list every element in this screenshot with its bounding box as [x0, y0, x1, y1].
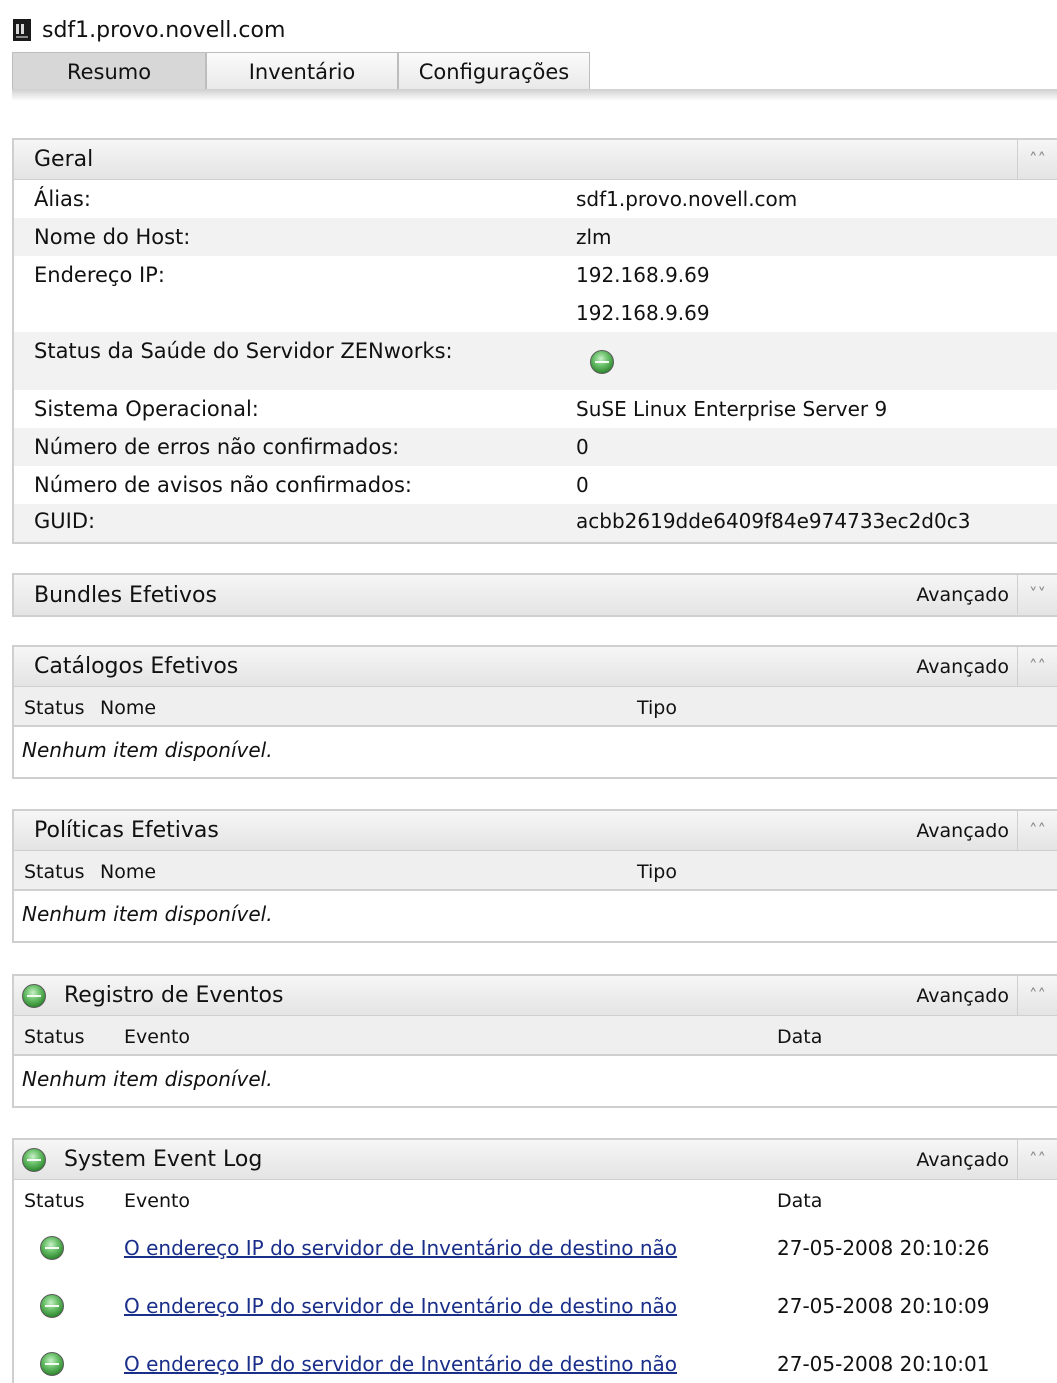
- panel-policies-title: Políticas Efetivas: [34, 818, 219, 843]
- row-hostname: Nome do Host: zlm: [14, 218, 1057, 256]
- errors-value: 0: [576, 435, 589, 459]
- catalogs-column-header: Status Nome Tipo: [14, 687, 1057, 727]
- panel-policies-header: Políticas Efetivas Avançado ˄˄: [14, 811, 1057, 851]
- warnings-label: Número de avisos não confirmados:: [34, 473, 412, 497]
- system-log-col-status[interactable]: Status: [24, 1190, 85, 1212]
- event-log-col-status[interactable]: Status: [24, 1026, 85, 1048]
- table-row: O endereço IP do servidor de Inventário …: [14, 1220, 1057, 1278]
- hostname-label: Nome do Host:: [34, 225, 191, 249]
- catalogs-col-name[interactable]: Nome: [100, 697, 156, 719]
- row-ip: Endereço IP: 192.168.9.69 192.168.9.69: [14, 256, 1057, 332]
- policies-col-name[interactable]: Nome: [100, 861, 156, 883]
- catalogs-col-status[interactable]: Status: [24, 697, 85, 719]
- policies-col-type[interactable]: Tipo: [637, 861, 677, 883]
- catalogs-empty-row: Nenhum item disponível.: [14, 727, 1057, 773]
- event-log-empty-text: Nenhum item disponível.: [22, 1067, 273, 1091]
- row-alias: Álias: sdf1.provo.novell.com: [14, 180, 1057, 218]
- policies-col-status[interactable]: Status: [24, 861, 85, 883]
- alias-label: Álias:: [34, 187, 91, 211]
- panel-bundles-title: Bundles Efetivos: [34, 582, 217, 608]
- tab-inventario[interactable]: Inventário: [206, 52, 398, 90]
- panel-system-log-header: System Event Log Avançado ˄˄: [14, 1140, 1057, 1180]
- status-ok-icon: [40, 1236, 64, 1260]
- double-chevron-up-icon[interactable]: ˄˄: [1017, 811, 1057, 850]
- row-health: Status da Saúde do Servidor ZENworks:: [14, 332, 1057, 390]
- double-chevron-up-icon[interactable]: ˄˄: [1017, 1140, 1057, 1179]
- status-ok-icon: [22, 1148, 46, 1172]
- policies-advanced-link[interactable]: Avançado: [916, 820, 1009, 842]
- os-label: Sistema Operacional:: [34, 397, 259, 421]
- ip-value-2: 192.168.9.69: [576, 301, 710, 325]
- panel-catalogs: Catálogos Efetivos Avançado ˄˄ Status No…: [12, 645, 1057, 779]
- double-chevron-up-icon[interactable]: ˄˄: [1017, 140, 1057, 179]
- panel-geral: Geral ˄˄ Álias: sdf1.provo.novell.com No…: [12, 138, 1057, 544]
- health-label: Status da Saúde do Servidor ZENworks:: [34, 339, 453, 363]
- window-title-row: sdf1.provo.novell.com: [12, 12, 285, 48]
- catalogs-col-type[interactable]: Tipo: [637, 697, 677, 719]
- panel-bundles-header: Bundles Efetivos Avançado ˅˅: [14, 575, 1057, 615]
- guid-label: GUID:: [34, 509, 96, 533]
- page-title: sdf1.provo.novell.com: [42, 17, 286, 43]
- hostname-value: zlm: [576, 225, 612, 249]
- panel-bundles: Bundles Efetivos Avançado ˅˅: [12, 573, 1057, 617]
- double-chevron-up-icon[interactable]: ˄˄: [1017, 976, 1057, 1015]
- event-date: 27-05-2008 20:10:09: [777, 1294, 990, 1318]
- row-errors: Número de erros não confirmados: 0: [14, 428, 1057, 466]
- event-log-col-date[interactable]: Data: [777, 1026, 822, 1048]
- event-log-col-event[interactable]: Evento: [124, 1026, 190, 1048]
- warnings-value: 0: [576, 473, 589, 497]
- double-chevron-down-icon[interactable]: ˅˅: [1017, 575, 1057, 614]
- system-log-col-date[interactable]: Data: [777, 1190, 822, 1212]
- policies-column-header: Status Nome Tipo: [14, 851, 1057, 891]
- ip-label: Endereço IP:: [34, 263, 165, 287]
- event-date: 27-05-2008 20:10:26: [777, 1236, 990, 1260]
- system-log-advanced-link[interactable]: Avançado: [916, 1149, 1009, 1171]
- row-guid: GUID: acbb2619dde6409f84e974733ec2d0c3: [14, 504, 1057, 542]
- status-ok-icon: [22, 984, 46, 1008]
- alias-value: sdf1.provo.novell.com: [576, 187, 798, 211]
- tab-resumo[interactable]: Resumo: [12, 52, 206, 90]
- event-date: 27-05-2008 20:10:01: [777, 1352, 990, 1376]
- tab-bar-underline: [12, 89, 1057, 101]
- tab-bar: Resumo Inventário Configurações: [12, 52, 590, 90]
- policies-empty-text: Nenhum item disponível.: [22, 902, 273, 926]
- bundles-advanced-link[interactable]: Avançado: [916, 584, 1009, 606]
- status-ok-icon: [40, 1352, 64, 1376]
- event-log-empty-row: Nenhum item disponível.: [14, 1056, 1057, 1102]
- errors-label: Número de erros não confirmados:: [34, 435, 400, 459]
- double-chevron-up-icon[interactable]: ˄˄: [1017, 647, 1057, 686]
- panel-policies: Políticas Efetivas Avançado ˄˄ Status No…: [12, 809, 1057, 943]
- event-log-advanced-link[interactable]: Avançado: [916, 985, 1009, 1007]
- panel-event-log-title: Registro de Eventos: [64, 983, 284, 1008]
- status-ok-icon: [40, 1294, 64, 1318]
- event-link[interactable]: O endereço IP do servidor de Inventário …: [124, 1236, 677, 1260]
- event-link[interactable]: O endereço IP do servidor de Inventário …: [124, 1352, 677, 1376]
- table-row: O endereço IP do servidor de Inventário …: [14, 1336, 1057, 1383]
- status-ok-icon: [590, 350, 614, 374]
- panel-catalogs-title: Catálogos Efetivos: [34, 654, 239, 679]
- row-warnings: Número de avisos não confirmados: 0: [14, 466, 1057, 504]
- panel-system-event-log: System Event Log Avançado ˄˄ Status Even…: [12, 1138, 1057, 1383]
- guid-value: acbb2619dde6409f84e974733ec2d0c3: [576, 509, 971, 533]
- os-value: SuSE Linux Enterprise Server 9: [576, 397, 888, 421]
- catalogs-empty-text: Nenhum item disponível.: [22, 738, 273, 762]
- panel-geral-header: Geral ˄˄: [14, 140, 1057, 180]
- panel-catalogs-header: Catálogos Efetivos Avançado ˄˄: [14, 647, 1057, 687]
- panel-event-log: Registro de Eventos Avançado ˄˄ Status E…: [12, 974, 1057, 1108]
- server-icon: [12, 19, 32, 41]
- policies-empty-row: Nenhum item disponível.: [14, 891, 1057, 937]
- tab-configuracoes[interactable]: Configurações: [398, 52, 590, 90]
- event-log-column-header: Status Evento Data: [14, 1016, 1057, 1056]
- panel-event-log-header: Registro de Eventos Avançado ˄˄: [14, 976, 1057, 1016]
- system-log-column-header: Status Evento Data: [14, 1180, 1057, 1220]
- event-link[interactable]: O endereço IP do servidor de Inventário …: [124, 1294, 677, 1318]
- catalogs-advanced-link[interactable]: Avançado: [916, 656, 1009, 678]
- system-log-col-event[interactable]: Evento: [124, 1190, 190, 1212]
- ip-value-1: 192.168.9.69: [576, 263, 710, 287]
- panel-system-log-title: System Event Log: [64, 1147, 263, 1172]
- row-os: Sistema Operacional: SuSE Linux Enterpri…: [14, 390, 1057, 428]
- panel-geral-title: Geral: [34, 147, 94, 172]
- table-row: O endereço IP do servidor de Inventário …: [14, 1278, 1057, 1336]
